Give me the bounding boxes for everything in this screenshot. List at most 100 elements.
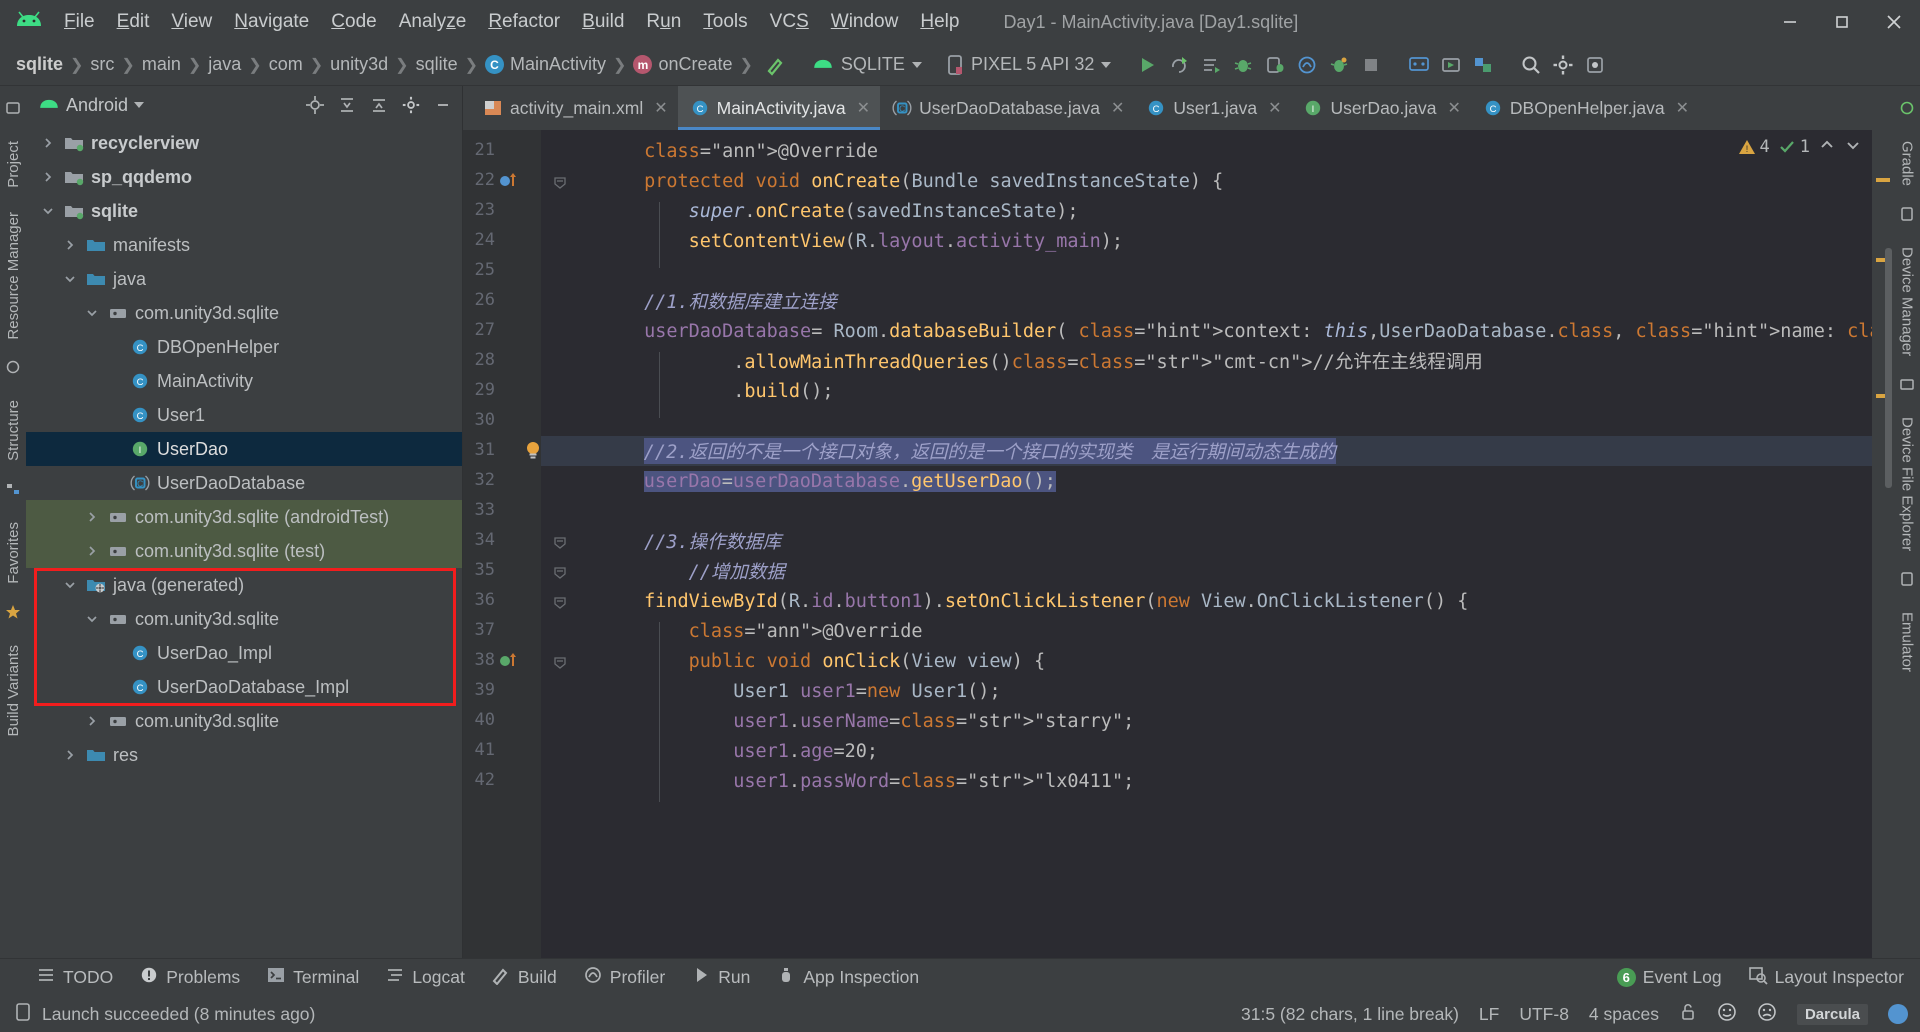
strip-item-emulator[interactable]: Emulator — [1899, 600, 1916, 684]
code-line-30[interactable] — [541, 406, 1872, 436]
menu-build[interactable]: Build — [572, 7, 634, 37]
close-button[interactable] — [1868, 0, 1920, 44]
search-everywhere-button[interactable] — [1515, 50, 1547, 80]
locate-icon[interactable] — [302, 92, 328, 118]
ok-count[interactable]: 1 — [1778, 137, 1810, 157]
gradle-icon[interactable] — [1899, 100, 1915, 121]
code-fold-icon[interactable] — [553, 654, 567, 675]
run-configuration-selector[interactable]: SQLITE — [808, 54, 926, 75]
close-tab-icon[interactable]: ✕ — [1676, 98, 1689, 118]
close-tab-icon[interactable]: ✕ — [857, 98, 870, 118]
code-line-28[interactable]: .allowMainThreadQueries()class=class="st… — [541, 346, 1872, 376]
vertical-scrollbar-thumb[interactable] — [1885, 248, 1892, 488]
menu-navigate[interactable]: Navigate — [224, 7, 319, 37]
code-line-22[interactable]: protected void onCreate(Bundle savedInst… — [541, 166, 1872, 196]
code-text[interactable]: ! 4 1 class="ann">@Override protected vo… — [541, 130, 1872, 958]
tree-row-com-unity3d-sqlite-test[interactable]: com.unity3d.sqlite (test) — [26, 534, 462, 568]
tree-row-mainactivity[interactable]: C MainActivity — [26, 364, 462, 398]
code-line-40[interactable]: user1.userName=class="str">"starry"; — [541, 706, 1872, 736]
tree-row-com-unity3d-sqlite[interactable]: com.unity3d.sqlite — [26, 602, 462, 636]
override-method-gutter-icon[interactable] — [499, 172, 521, 194]
smiley-happy-icon[interactable] — [1717, 1002, 1737, 1027]
indent-setting[interactable]: 4 spaces — [1589, 1004, 1659, 1025]
sdk-manager-button[interactable] — [1435, 50, 1467, 80]
tool-window-todo[interactable]: TODO — [36, 965, 113, 990]
strip-item-structure[interactable]: Structure — [5, 388, 22, 473]
code-line-42[interactable]: user1.passWord=class="str">"lx0411"; — [541, 766, 1872, 796]
resource-icon[interactable] — [5, 359, 21, 380]
editor-tab-userdaodatabase-java[interactable]: C UserDaoDatabase.java ✕ — [880, 86, 1134, 130]
chevron-right-icon[interactable] — [84, 713, 100, 729]
tool-window-bar[interactable]: TODO Problems Terminal Logcat Build Profiler R… — [0, 958, 1920, 996]
theme-color-swatch[interactable] — [1888, 1004, 1908, 1024]
apply-changes-button[interactable] — [1163, 50, 1195, 80]
minimize-button[interactable] — [1764, 0, 1816, 44]
tree-row-dbopenhelper[interactable]: C DBOpenHelper — [26, 330, 462, 364]
tree-row-res[interactable]: res — [26, 738, 462, 772]
chevron-right-icon[interactable] — [40, 169, 56, 185]
lock-open-icon[interactable] — [1679, 1002, 1697, 1027]
tree-row-userdao[interactable]: I UserDao — [26, 432, 462, 466]
chevron-down-icon[interactable] — [84, 305, 100, 321]
code-line-25[interactable] — [541, 256, 1872, 286]
structure-icon[interactable] — [5, 481, 21, 502]
warning-count[interactable]: ! 4 — [1738, 137, 1770, 157]
intention-bulb-icon[interactable] — [523, 440, 543, 466]
stop-button[interactable] — [1355, 50, 1387, 80]
tree-row-manifests[interactable]: manifests — [26, 228, 462, 262]
breadcrumb-unity3d[interactable]: unity3d — [330, 54, 388, 75]
tool-window-problems[interactable]: Problems — [139, 965, 240, 990]
tree-row-user1[interactable]: C User1 — [26, 398, 462, 432]
tool-window-event-log[interactable]: 6 Event Log — [1616, 967, 1722, 988]
code-line-39[interactable]: User1 user1=new User1(); — [541, 676, 1872, 706]
expand-all-icon[interactable] — [334, 92, 360, 118]
code-line-26[interactable]: //1.和数据库建立连接 — [541, 286, 1872, 316]
close-tab-icon[interactable]: ✕ — [1111, 98, 1124, 118]
strip-item-project[interactable]: Project — [5, 129, 22, 200]
gear-icon[interactable] — [398, 92, 424, 118]
tree-row-sp-qqdemo[interactable]: sp_qqdemo — [26, 160, 462, 194]
device-file-explorer-icon[interactable] — [1899, 376, 1915, 397]
chevron-down-icon[interactable] — [40, 203, 56, 219]
strip-item-device-manager[interactable]: Device Manager — [1899, 235, 1916, 368]
code-fold-icon[interactable] — [553, 174, 567, 195]
breadcrumb-main[interactable]: main — [142, 54, 181, 75]
menu-run[interactable]: Run — [636, 7, 691, 37]
editor-tab-bar[interactable]: activity_main.xml ✕ C MainActivity.java ✕ C Us… — [463, 86, 1894, 130]
chevron-right-icon[interactable] — [84, 543, 100, 559]
code-fold-icon[interactable] — [553, 564, 567, 585]
tool-window-terminal[interactable]: Terminal — [266, 965, 359, 990]
make-project-button[interactable] — [760, 50, 792, 80]
tree-row-com-unity3d-sqlite[interactable]: com.unity3d.sqlite — [26, 296, 462, 330]
editor-tab-dbopenhelper-java[interactable]: C DBOpenHelper.java ✕ — [1471, 86, 1699, 130]
tree-row-userdaodatabase[interactable]: C UserDaoDatabase — [26, 466, 462, 500]
avd-manager-button[interactable] — [1403, 50, 1435, 80]
menu-view[interactable]: View — [161, 7, 222, 37]
strip-item-resource-manager[interactable]: Resource Manager — [5, 200, 22, 352]
smiley-sad-icon[interactable] — [1757, 1002, 1777, 1027]
code-line-23[interactable]: super.onCreate(savedInstanceState); — [541, 196, 1872, 226]
tree-row-com-unity3d-sqlite-androidtest[interactable]: com.unity3d.sqlite (androidTest) — [26, 500, 462, 534]
menu-tools[interactable]: Tools — [693, 7, 757, 37]
device-selector[interactable]: PIXEL 5 API 32 — [942, 54, 1115, 76]
menu-analyze[interactable]: Analyze — [389, 7, 477, 37]
breadcrumb-com[interactable]: com — [269, 54, 303, 75]
code-line-29[interactable]: .build(); — [541, 376, 1872, 406]
collapse-all-icon[interactable] — [366, 92, 392, 118]
code-line-27[interactable]: userDaoDatabase= Room.databaseBuilder( c… — [541, 316, 1872, 346]
profiler-button[interactable] — [1291, 50, 1323, 80]
editor-tab-userdao-java[interactable]: I UserDao.java ✕ — [1291, 86, 1470, 130]
tree-row-userdaodatabase-impl[interactable]: C UserDaoDatabase_Impl — [26, 670, 462, 704]
close-tab-icon[interactable]: ✕ — [1268, 98, 1281, 118]
project-tree[interactable]: recyclerview sp_qqdemo sqlite manifests java… — [26, 124, 462, 958]
menu-code[interactable]: Code — [321, 7, 386, 37]
inspect-button[interactable] — [1323, 50, 1355, 80]
breadcrumb-method[interactable]: m onCreate — [633, 54, 733, 75]
code-fold-icon[interactable] — [553, 594, 567, 615]
strip-item-gradle[interactable]: Gradle — [1899, 129, 1916, 198]
favorites-star-icon[interactable] — [5, 604, 21, 625]
close-tab-icon[interactable]: ✕ — [1448, 98, 1461, 118]
strip-item-favorites[interactable]: Favorites — [5, 510, 22, 596]
code-line-37[interactable]: class="ann">@Override — [541, 616, 1872, 646]
editor-tab-mainactivity-java[interactable]: C MainActivity.java ✕ — [677, 86, 881, 130]
